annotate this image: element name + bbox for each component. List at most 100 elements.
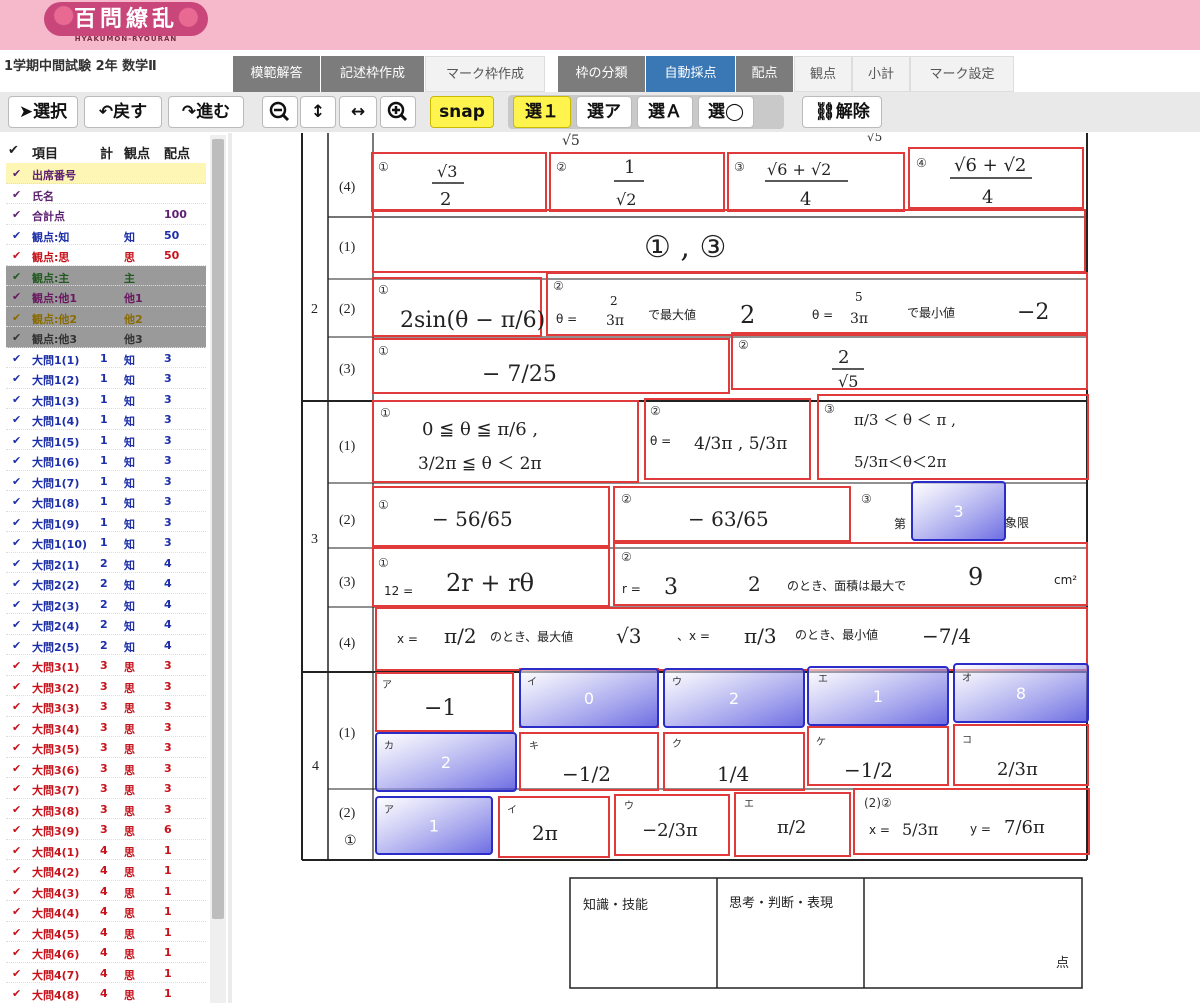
item-list-row[interactable]: ✔ 大問2(3) 2 知 4 [6, 594, 206, 614]
item-list-row[interactable]: ✔ 大問1(8) 1 知 3 [6, 491, 206, 512]
tab-auto-grading[interactable]: 自動採点 [646, 56, 736, 92]
check-icon[interactable]: ✔ [12, 536, 21, 549]
check-icon[interactable]: ✔ [12, 413, 21, 426]
item-list-row[interactable]: ✔ 観点:思思 50 [6, 245, 206, 266]
item-list-row[interactable]: ✔ 大問3(2) 3 思 3 [6, 676, 206, 696]
check-icon[interactable]: ✔ [12, 680, 21, 693]
item-list-row[interactable]: ✔ 大問1(6) 1 知 3 [6, 450, 206, 471]
unlink-button[interactable]: ⛓解除 [802, 96, 882, 128]
redo-button[interactable]: ↷進む [168, 96, 244, 128]
check-icon[interactable]: ✔ [12, 946, 21, 959]
item-list-row[interactable]: ✔ 大問1(10) 1 知 3 [6, 532, 206, 553]
item-list-row[interactable]: ✔ 観点:他1 他1 [6, 286, 206, 307]
check-icon[interactable]: ✔ [12, 208, 21, 221]
select-button[interactable]: ➤選択 [8, 96, 78, 128]
check-icon[interactable]: ✔ [12, 372, 21, 385]
zoom-in-icon[interactable] [380, 96, 416, 128]
undo-button[interactable]: ↶戻す [84, 96, 162, 128]
check-icon[interactable]: ✔ [12, 618, 21, 631]
tab-mark-frame[interactable]: マーク枠作成 [425, 56, 545, 92]
check-icon[interactable]: ✔ [12, 823, 21, 836]
item-list-row[interactable]: ✔ 合計点 100 [6, 204, 206, 225]
check-icon[interactable]: ✔ [12, 639, 21, 652]
tab-points[interactable]: 配点 [736, 56, 794, 92]
check-icon[interactable]: ✔ [12, 721, 21, 734]
item-list-row[interactable]: ✔ 大問2(4) 2 知 4 [6, 614, 206, 635]
item-list-row[interactable]: ✔ 大問4(3) 4 思 1 [6, 881, 206, 901]
item-list-row[interactable]: ✔ 観点:他2 他2 [6, 306, 206, 327]
check-icon[interactable]: ✔ [12, 393, 21, 406]
item-list-row[interactable]: ✔ 大問1(5) 1 知 3 [6, 430, 206, 450]
tab-subtotal[interactable]: 小計 [852, 56, 910, 92]
check-icon[interactable]: ✔ [12, 741, 21, 754]
check-icon[interactable]: ✔ [12, 167, 21, 180]
check-icon[interactable]: ✔ [12, 905, 21, 918]
check-icon[interactable]: ✔ [12, 803, 21, 816]
check-icon[interactable]: ✔ [12, 495, 21, 508]
item-list-row[interactable]: ✔ 大問3(3) 3 思 3 [6, 696, 206, 717]
check-icon[interactable]: ✔ [12, 782, 21, 795]
fit-width-icon[interactable]: ↔ [339, 96, 377, 128]
check-icon[interactable]: ✔ [12, 967, 21, 980]
item-list-row[interactable]: ✔ 大問2(1) 2 知 4 [6, 553, 206, 573]
select-number-button[interactable]: 選１ [513, 96, 571, 128]
item-list-row[interactable]: ✔ 大問1(9) 1 知 3 [6, 512, 206, 532]
select-katakana-button[interactable]: 選ア [576, 96, 632, 128]
item-list-row[interactable]: ✔ 大問3(1) 3 思 3 [6, 655, 206, 676]
check-icon[interactable]: ✔ [12, 864, 21, 877]
item-list-row[interactable]: ✔ 大問4(6) 4 思 1 [6, 942, 206, 963]
check-icon[interactable]: ✔ [12, 454, 21, 467]
tab-mark-settings[interactable]: マーク設定 [910, 56, 1014, 92]
check-icon[interactable]: ✔ [12, 311, 21, 324]
item-list-row[interactable]: ✔ 大問3(6) 3 思 3 [6, 758, 206, 778]
tab-frame-classification[interactable]: 枠の分類 [558, 56, 646, 92]
item-list-row[interactable]: ✔ 大問4(8) 4 思 1 [6, 983, 206, 1003]
scrollbar-thumb[interactable] [212, 139, 224, 919]
fit-height-icon[interactable]: ↕ [300, 96, 336, 128]
item-list-row[interactable]: ✔ 大問3(8) 3 思 3 [6, 799, 206, 819]
select-alpha-button[interactable]: 選Ａ [637, 96, 693, 128]
item-list-scrollbar[interactable] [210, 135, 226, 1003]
item-list-row[interactable]: ✔ 大問4(4) 4 思 1 [6, 901, 206, 922]
item-list-row[interactable]: ✔ 大問1(7) 1 知 3 [6, 471, 206, 491]
check-icon[interactable]: ✔ [12, 700, 21, 713]
item-list-row[interactable]: ✔ 大問3(4) 3 思 3 [6, 717, 206, 737]
check-icon[interactable]: ✔ [12, 352, 21, 365]
item-list-row[interactable]: ✔ 大問2(2) 2 知 4 [6, 573, 206, 594]
check-icon[interactable]: ✔ [12, 844, 21, 857]
item-list-row[interactable]: ✔ 大問1(4) 1 知 3 [6, 409, 206, 430]
check-icon[interactable]: ✔ [12, 598, 21, 611]
snap-toggle[interactable]: snap [430, 96, 494, 128]
check-icon[interactable]: ✔ [12, 659, 21, 672]
check-icon[interactable]: ✔ [12, 885, 21, 898]
item-list-row[interactable]: ✔ 大問3(9) 3 思 6 [6, 819, 206, 840]
tab-viewpoint[interactable]: 観点 [794, 56, 852, 92]
item-list-row[interactable]: ✔ 大問4(1) 4 思 1 [6, 840, 206, 860]
item-list-row[interactable]: ✔ 大問4(5) 4 思 1 [6, 922, 206, 942]
check-icon[interactable]: ✔ [12, 516, 21, 529]
item-list-row[interactable]: ✔ 氏名 [6, 184, 206, 204]
check-icon[interactable]: ✔ [12, 229, 21, 242]
tab-written-frame[interactable]: 記述枠作成 [321, 56, 425, 92]
check-icon[interactable]: ✔ [12, 249, 21, 262]
item-list-row[interactable]: ✔ 大問4(2) 4 思 1 [6, 860, 206, 881]
check-icon[interactable]: ✔ [12, 434, 21, 447]
check-icon[interactable]: ✔ [12, 926, 21, 939]
check-icon[interactable]: ✔ [12, 577, 21, 590]
item-list-row[interactable]: ✔ 観点:主主 [6, 265, 206, 286]
check-icon[interactable]: ✔ [12, 987, 21, 1000]
select-circle-button[interactable]: 選◯ [698, 96, 754, 128]
check-icon[interactable]: ✔ [12, 270, 21, 283]
item-list-row[interactable]: ✔ 大問1(2) 1 知 3 [6, 368, 206, 389]
check-icon[interactable]: ✔ [12, 290, 21, 303]
item-list-row[interactable]: ✔ 大問1(3) 1 知 3 [6, 389, 206, 409]
item-list-row[interactable]: ✔ 大問4(7) 4 思 1 [6, 963, 206, 983]
item-list-row[interactable]: ✔ 観点:他3 他3 [6, 327, 206, 348]
item-list-row[interactable]: ✔ 大問2(5) 2 知 4 [6, 635, 206, 655]
check-icon[interactable]: ✔ [12, 188, 21, 201]
item-list-row[interactable]: ✔ 出席番号 [6, 163, 206, 184]
item-list-row[interactable]: ✔ 大問3(5) 3 思 3 [6, 737, 206, 758]
item-list-row[interactable]: ✔ 大問1(1) 1 知 3 [6, 348, 206, 368]
check-icon[interactable]: ✔ [12, 331, 21, 344]
item-list-row[interactable]: ✔ 大問3(7) 3 思 3 [6, 778, 206, 799]
